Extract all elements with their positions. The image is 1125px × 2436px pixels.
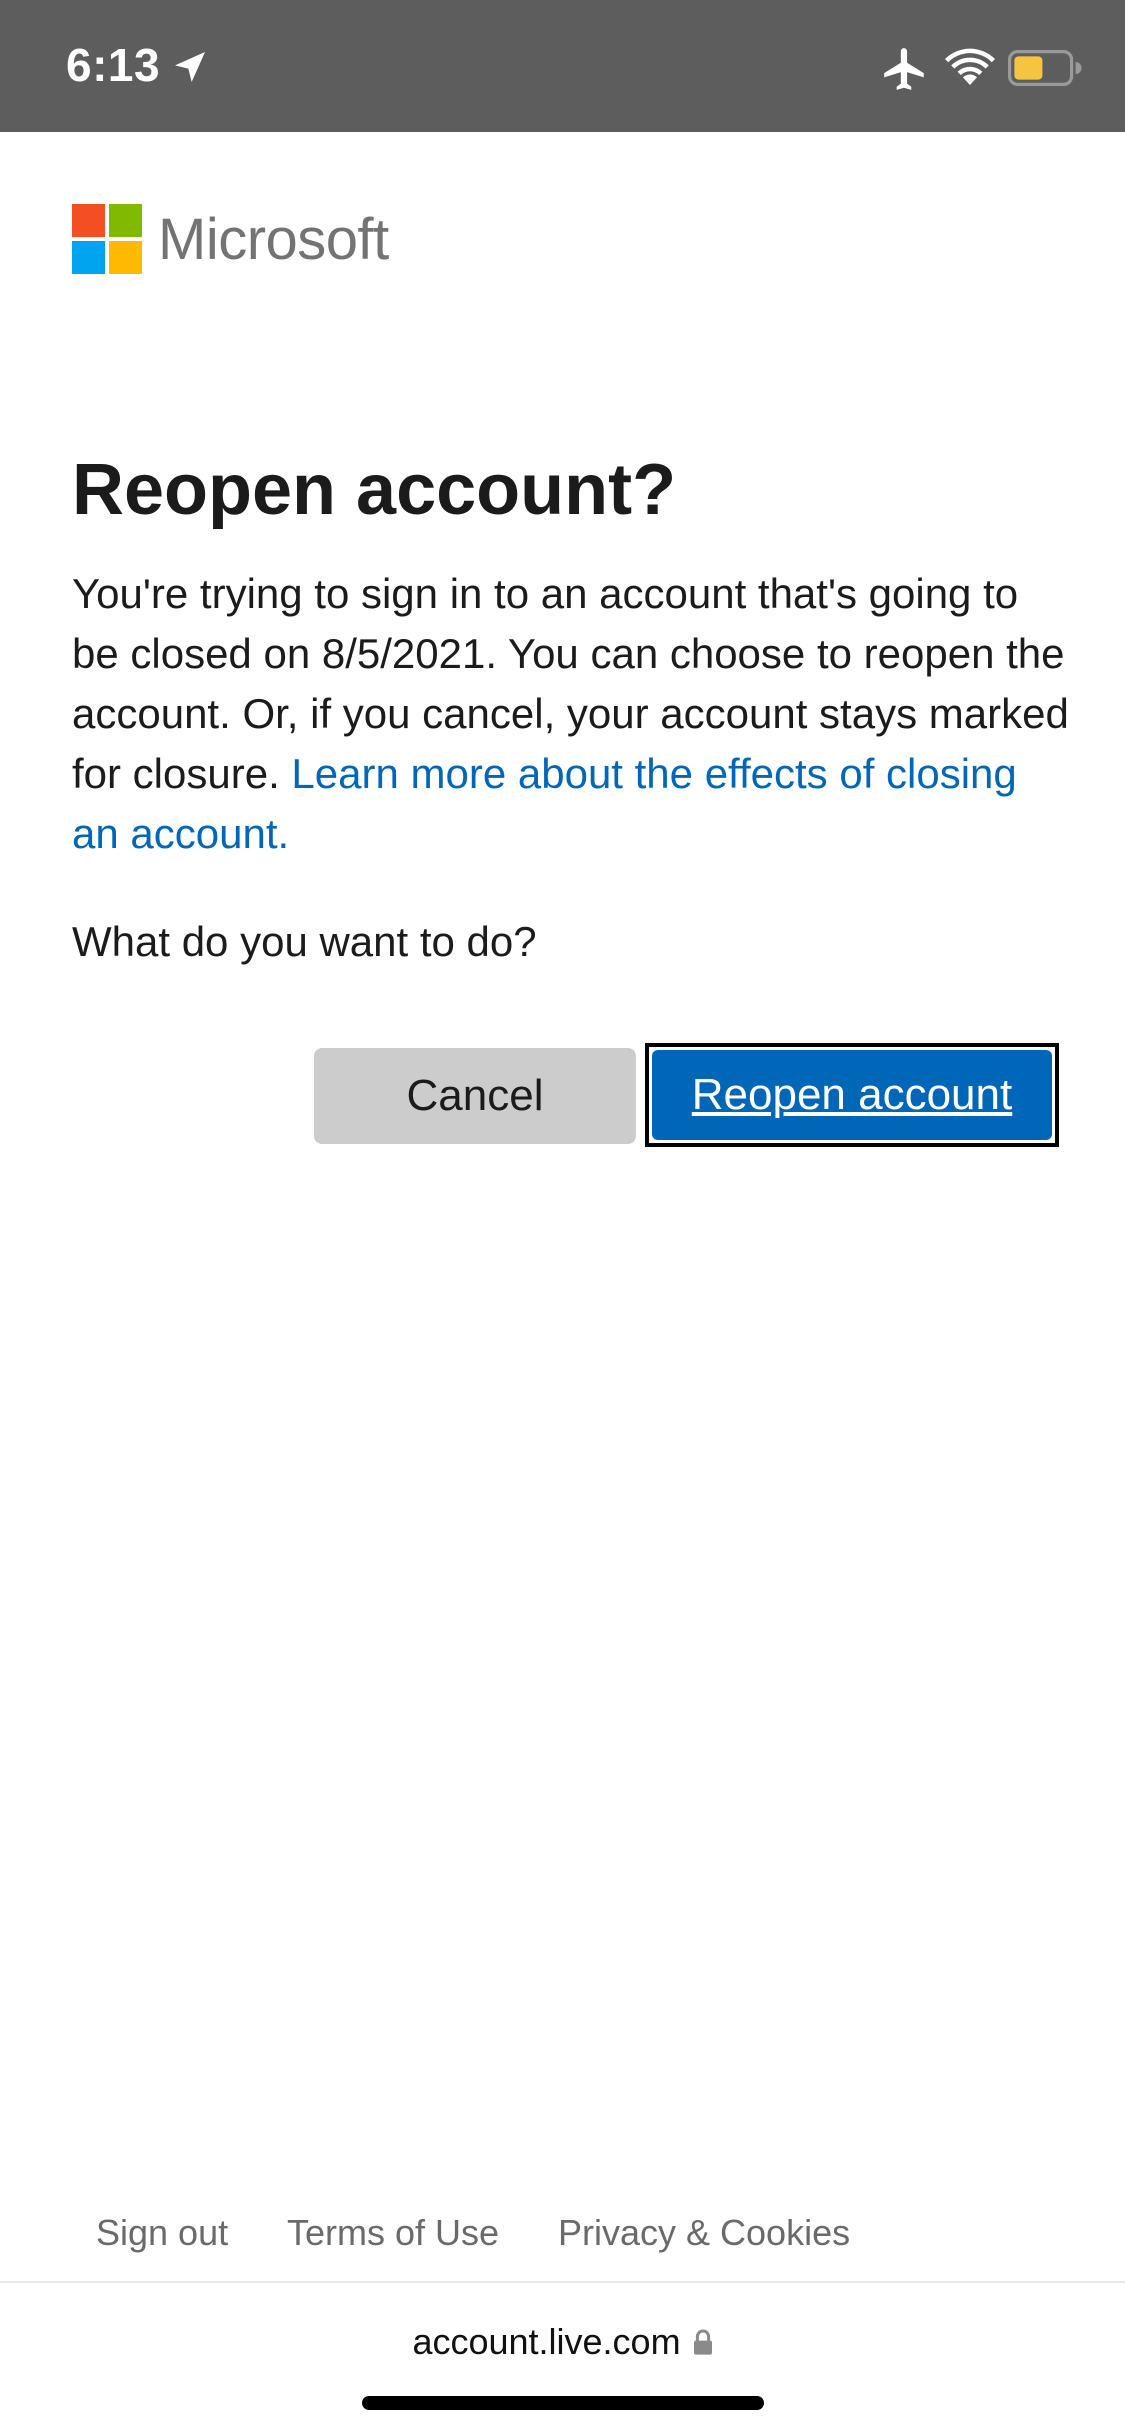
page-title: Reopen account? — [72, 450, 677, 530]
microsoft-logo-icon — [72, 204, 142, 274]
cancel-button[interactable]: Cancel — [314, 1048, 636, 1144]
reopen-account-label: Reopen account — [652, 1050, 1052, 1140]
question-text: What do you want to do? — [72, 918, 537, 965]
reopen-account-button[interactable]: Reopen account — [645, 1043, 1059, 1147]
lock-icon — [693, 2329, 712, 2355]
brand-name: Microsoft — [158, 207, 389, 272]
privacy-cookies-link[interactable]: Privacy & Cookies — [558, 2212, 850, 2254]
status-bar: 6:13 — [0, 0, 1125, 132]
location-arrow-icon — [175, 52, 205, 82]
battery-icon — [1008, 50, 1082, 86]
footer-links: Sign out Terms of Use Privacy & Cookies — [0, 2212, 1125, 2272]
wifi-icon — [945, 48, 995, 85]
terms-of-use-link[interactable]: Terms of Use — [287, 2212, 499, 2254]
home-indicator[interactable] — [362, 2396, 764, 2410]
browser-url-bar[interactable]: account.live.com — [0, 2283, 1125, 2436]
airplane-icon — [884, 48, 924, 90]
sign-out-link[interactable]: Sign out — [96, 2212, 228, 2254]
url-text: account.live.com — [412, 2321, 681, 2362]
status-time: 6:13 — [66, 39, 161, 91]
closure-message: You're trying to sign in to an account t… — [72, 564, 1072, 864]
